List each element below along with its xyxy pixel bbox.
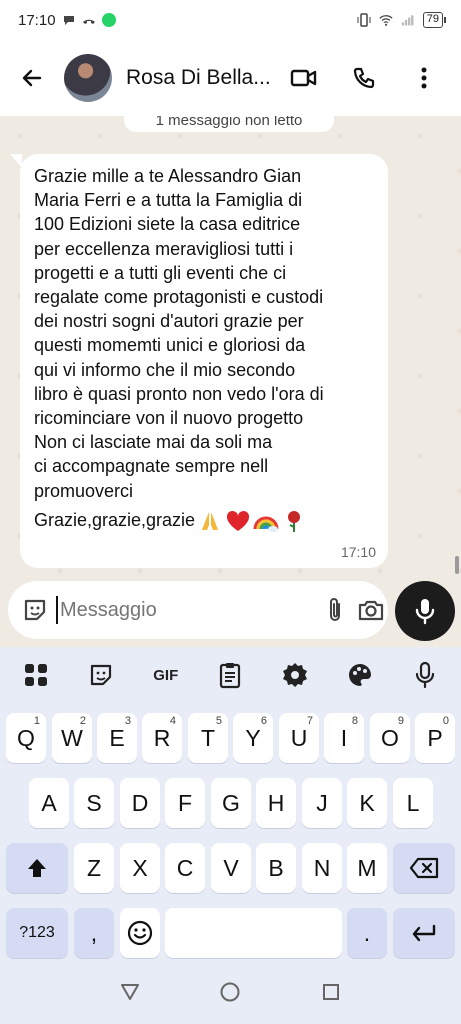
key-s[interactable]: S (74, 778, 114, 828)
rose-icon (281, 508, 307, 534)
vibrate-icon (357, 13, 371, 27)
folded-hands-icon (197, 508, 223, 534)
key-l[interactable]: L (393, 778, 433, 828)
contact-name[interactable]: Rosa Di Bella... (126, 66, 271, 90)
nav-home-icon[interactable] (217, 979, 243, 1005)
key-m[interactable]: M (347, 843, 387, 893)
keyboard-microphone-icon[interactable] (405, 655, 445, 695)
key-z[interactable]: Z (74, 843, 114, 893)
key-k[interactable]: K (347, 778, 387, 828)
key-j[interactable]: J (302, 778, 342, 828)
sticker-icon[interactable] (81, 655, 121, 695)
settings-gear-icon[interactable] (275, 655, 315, 695)
keyboard-toolbar: GIF (0, 647, 461, 703)
key-g[interactable]: G (211, 778, 251, 828)
message-text: Grazie mille a te Alessandro Gian Maria … (34, 166, 324, 501)
period-key[interactable]: . (347, 908, 387, 958)
backspace-key[interactable] (393, 843, 455, 893)
key-b[interactable]: B (256, 843, 296, 893)
key-o[interactable]: O9 (370, 713, 410, 763)
chat-area[interactable]: 1 messaggio non letto Grazie mille a te … (0, 116, 461, 646)
unread-messages-label: 1 messaggio non letto (124, 116, 334, 132)
message-time: 17:10 (340, 544, 376, 560)
status-time: 17:10 (18, 11, 56, 29)
signal-icon (401, 13, 415, 27)
status-bar: 17:10 79 (0, 0, 461, 40)
emoji-key[interactable] (120, 908, 160, 958)
key-row-3: Z X C V B N M (0, 843, 461, 895)
more-options-icon[interactable] (409, 63, 439, 93)
backspace-icon (409, 857, 439, 879)
rainbow-icon (253, 508, 279, 534)
shift-key[interactable] (6, 843, 68, 893)
contact-avatar[interactable] (64, 54, 112, 102)
smiley-icon (127, 920, 153, 946)
key-c[interactable]: C (165, 843, 205, 893)
message-thanks-text: Grazie,grazie,grazie (34, 510, 196, 531)
comma-key[interactable]: , (74, 908, 114, 958)
shift-icon (28, 859, 46, 877)
video-call-icon[interactable] (289, 63, 319, 93)
wifi-icon (379, 13, 393, 27)
chat-bubble-icon (62, 13, 76, 27)
chat-header: Rosa Di Bella... (0, 40, 461, 116)
keyboard: GIF Q1 W2 E3 R4 T5 Y6 U7 I8 O9 P0 A S D … (0, 647, 461, 960)
gif-button[interactable]: GIF (146, 655, 186, 695)
battery-indicator: 79 (422, 12, 447, 28)
microphone-icon (415, 599, 435, 625)
message-last-line: Grazie,grazie,grazie (34, 508, 378, 534)
key-row-1: Q1 W2 E3 R4 T5 Y6 U7 I8 O9 P0 (0, 713, 461, 765)
camera-icon[interactable] (357, 592, 385, 628)
key-p[interactable]: P0 (415, 713, 455, 763)
nav-back-icon[interactable] (117, 979, 143, 1005)
apps-grid-icon[interactable] (16, 655, 56, 695)
chat-scrollbar[interactable] (455, 556, 459, 574)
system-navigation-bar (0, 960, 461, 1024)
message-input[interactable] (56, 596, 325, 624)
key-r[interactable]: R4 (142, 713, 182, 763)
key-v[interactable]: V (211, 843, 251, 893)
voice-call-icon[interactable] (349, 63, 379, 93)
palette-icon[interactable] (340, 655, 380, 695)
whatsapp-notification-icon (101, 13, 116, 27)
attach-icon[interactable] (325, 592, 345, 628)
enter-icon (412, 924, 436, 942)
incoming-message-bubble[interactable]: Grazie mille a te Alessandro Gian Maria … (20, 154, 388, 568)
key-u[interactable]: U7 (279, 713, 319, 763)
red-heart-icon (225, 508, 251, 534)
key-x[interactable]: X (120, 843, 160, 893)
key-row-2: A S D F G H J K L (0, 778, 461, 830)
space-bar[interactable] (165, 908, 342, 958)
key-a[interactable]: A (29, 778, 69, 828)
enter-key[interactable] (393, 908, 455, 958)
message-input-box[interactable] (8, 581, 388, 639)
symbols-key[interactable]: ?123 (6, 908, 68, 958)
key-t[interactable]: T5 (188, 713, 228, 763)
key-n[interactable]: N (302, 843, 342, 893)
nav-recents-icon[interactable] (318, 979, 344, 1005)
key-i[interactable]: I8 (324, 713, 364, 763)
key-row-4: ?123 , . (0, 908, 461, 960)
key-w[interactable]: W2 (52, 713, 92, 763)
clipboard-icon[interactable] (210, 655, 250, 695)
sticker-emoji-icon[interactable] (22, 592, 48, 628)
key-d[interactable]: D (120, 778, 160, 828)
voice-message-button[interactable] (395, 581, 455, 641)
key-h[interactable]: H (256, 778, 296, 828)
key-y[interactable]: Y6 (233, 713, 273, 763)
message-composer (0, 581, 461, 647)
key-f[interactable]: F (165, 778, 205, 828)
missed-call-icon (82, 13, 96, 27)
key-e[interactable]: E3 (97, 713, 137, 763)
key-q[interactable]: Q1 (6, 713, 46, 763)
back-arrow-icon[interactable] (14, 60, 50, 96)
